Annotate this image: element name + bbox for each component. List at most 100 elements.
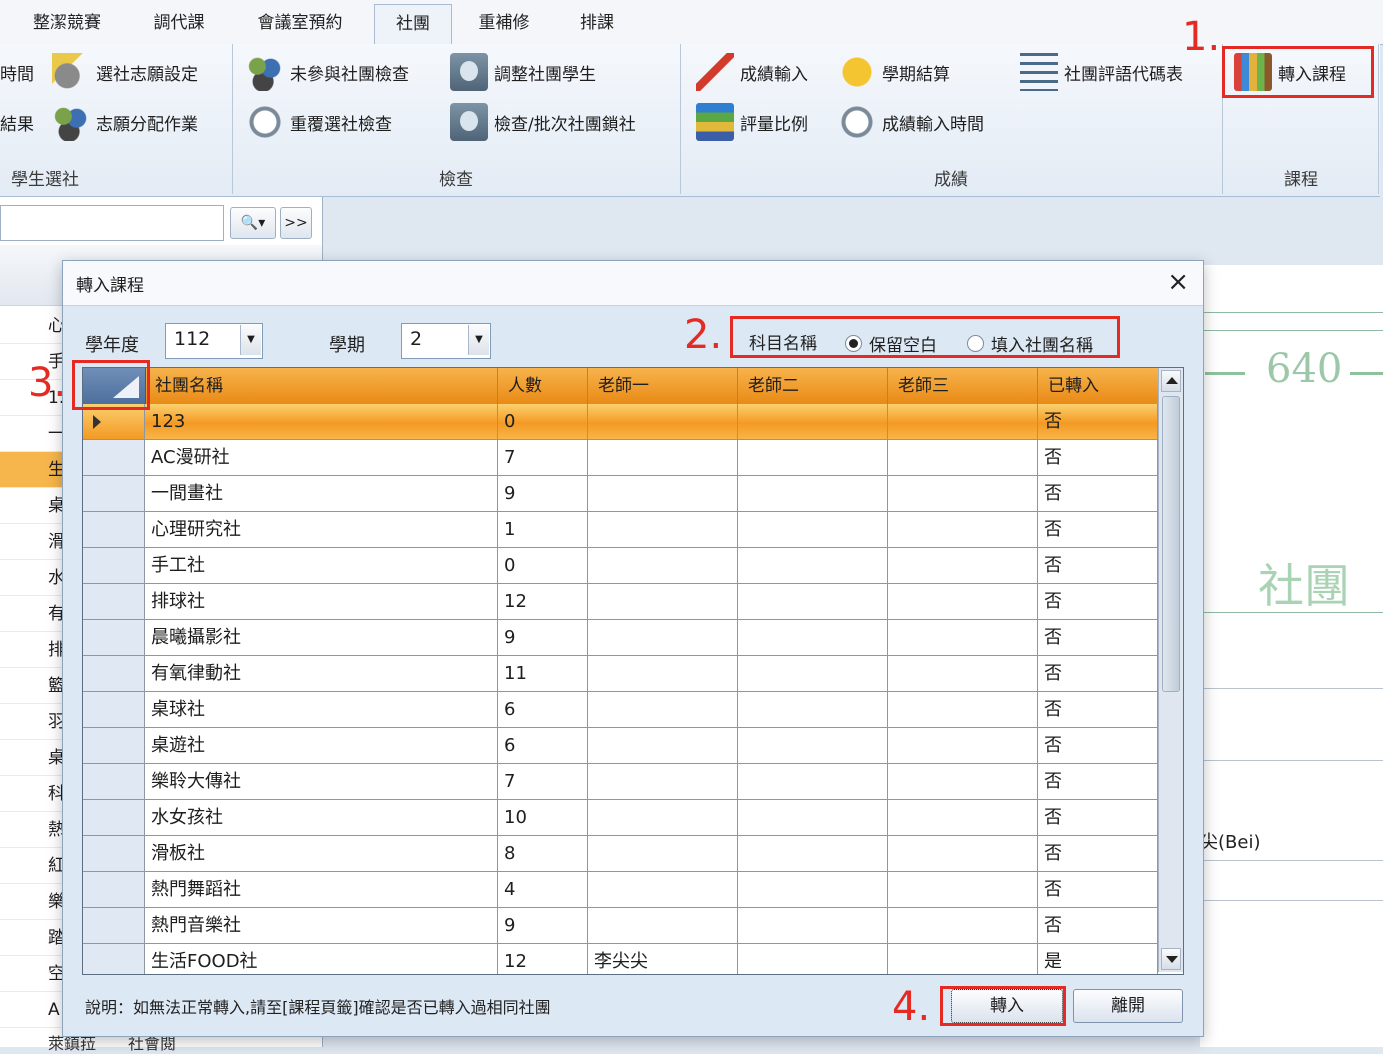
cell-teacher3[interactable]: [888, 908, 1038, 944]
left-list-item[interactable]: A: [0, 992, 70, 1028]
table-row[interactable]: 桌遊社 6 否: [83, 728, 1158, 764]
row-header[interactable]: [83, 800, 145, 836]
cell-count[interactable]: 9: [498, 620, 588, 656]
cell-club-name[interactable]: 桌遊社: [145, 728, 498, 764]
tab-cleanliness[interactable]: 整潔競賽: [20, 4, 114, 42]
cell-transferred[interactable]: 否: [1038, 656, 1158, 692]
ribbon-btn-batch-lock[interactable]: 檢查/批次社團鎖社: [450, 102, 636, 142]
table-row[interactable]: 心理研究社 1 否: [83, 512, 1158, 548]
cell-transferred[interactable]: 否: [1038, 404, 1158, 440]
column-header-transferred[interactable]: 已轉入: [1038, 368, 1158, 404]
table-row[interactable]: 有氧律動社 11 否: [83, 656, 1158, 692]
tab-substitute[interactable]: 調代課: [140, 4, 218, 42]
cell-club-name[interactable]: 排球社: [145, 584, 498, 620]
cell-teacher1[interactable]: [588, 476, 738, 512]
column-header-teacher3[interactable]: 老師三: [888, 368, 1038, 404]
cell-teacher2[interactable]: [738, 836, 888, 872]
cell-teacher3[interactable]: [888, 620, 1038, 656]
cell-count[interactable]: 9: [498, 908, 588, 944]
cell-teacher2[interactable]: [738, 404, 888, 440]
left-list-item[interactable]: 有: [0, 596, 70, 632]
cell-club-name[interactable]: 手工社: [145, 548, 498, 584]
left-list-item[interactable]: 科: [0, 776, 70, 812]
semester-select[interactable]: 2 ▼: [401, 323, 491, 359]
cell-teacher1[interactable]: [588, 800, 738, 836]
cell-club-name[interactable]: 熱門舞蹈社: [145, 872, 498, 908]
left-list-item[interactable]: 樂: [0, 884, 70, 920]
cell-teacher3[interactable]: [888, 836, 1038, 872]
cell-teacher1[interactable]: [588, 872, 738, 908]
cell-teacher3[interactable]: [888, 800, 1038, 836]
cell-teacher3[interactable]: [888, 512, 1038, 548]
ribbon-btn-time[interactable]: 時間: [0, 52, 34, 92]
table-row[interactable]: 手工社 0 否: [83, 548, 1158, 584]
cell-count[interactable]: 0: [498, 404, 588, 440]
cell-teacher1[interactable]: 李尖尖: [588, 944, 738, 974]
cell-count[interactable]: 8: [498, 836, 588, 872]
search-button[interactable]: 🔍▾: [230, 207, 276, 239]
cell-count[interactable]: 0: [498, 548, 588, 584]
chevron-down-icon[interactable]: ▼: [468, 325, 489, 355]
cell-teacher3[interactable]: [888, 476, 1038, 512]
left-list-item[interactable]: 桌: [0, 488, 70, 524]
cell-teacher3[interactable]: [888, 764, 1038, 800]
leave-button[interactable]: 離開: [1073, 989, 1183, 1023]
cell-transferred[interactable]: 否: [1038, 728, 1158, 764]
cell-teacher3[interactable]: [888, 404, 1038, 440]
cell-transferred[interactable]: 否: [1038, 692, 1158, 728]
ribbon-btn-comment-codes[interactable]: 社團評語代碼表: [1020, 52, 1183, 92]
table-row[interactable]: 一間畫社 9 否: [83, 476, 1158, 512]
cell-teacher1[interactable]: [588, 404, 738, 440]
ribbon-btn-semester-settlement[interactable]: 學期結算: [838, 52, 950, 92]
row-header[interactable]: [83, 548, 145, 584]
row-header[interactable]: [83, 620, 145, 656]
cell-club-name[interactable]: 123: [145, 404, 498, 440]
cell-teacher2[interactable]: [738, 476, 888, 512]
next-button[interactable]: >>: [280, 207, 312, 239]
cell-teacher3[interactable]: [888, 692, 1038, 728]
table-row[interactable]: 生活FOOD社 12 李尖尖 是: [83, 944, 1158, 974]
vertical-scrollbar[interactable]: [1158, 368, 1183, 972]
cell-teacher3[interactable]: [888, 584, 1038, 620]
cell-teacher1[interactable]: [588, 728, 738, 764]
cell-transferred[interactable]: 否: [1038, 764, 1158, 800]
cell-teacher2[interactable]: [738, 728, 888, 764]
cell-count[interactable]: 7: [498, 440, 588, 476]
cell-transferred[interactable]: 否: [1038, 872, 1158, 908]
table-row[interactable]: AC漫研社 7 否: [83, 440, 1158, 476]
table-row[interactable]: 樂聆大傳社 7 否: [83, 764, 1158, 800]
cell-teacher1[interactable]: [588, 548, 738, 584]
cell-transferred[interactable]: 否: [1038, 584, 1158, 620]
left-list-item[interactable]: 踏: [0, 920, 70, 956]
left-list-item[interactable]: 排: [0, 632, 70, 668]
ribbon-btn-preference-settings[interactable]: 選社志願設定: [52, 52, 198, 92]
cell-teacher2[interactable]: [738, 872, 888, 908]
scroll-up-icon[interactable]: [1161, 370, 1181, 392]
cell-teacher1[interactable]: [588, 440, 738, 476]
cell-transferred[interactable]: 否: [1038, 908, 1158, 944]
cell-teacher1[interactable]: [588, 656, 738, 692]
cell-teacher2[interactable]: [738, 548, 888, 584]
cell-teacher2[interactable]: [738, 944, 888, 974]
column-header-teacher2[interactable]: 老師二: [738, 368, 888, 404]
left-list-item[interactable]: 熱: [0, 812, 70, 848]
cell-transferred[interactable]: 否: [1038, 620, 1158, 656]
row-header[interactable]: [83, 944, 145, 974]
left-list-item[interactable]: 籃: [0, 668, 70, 704]
table-row[interactable]: 排球社 12 否: [83, 584, 1158, 620]
left-list-item[interactable]: 空: [0, 956, 70, 992]
cell-transferred[interactable]: 否: [1038, 440, 1158, 476]
table-row[interactable]: 晨曦攝影社 9 否: [83, 620, 1158, 656]
cell-transferred[interactable]: 否: [1038, 512, 1158, 548]
ribbon-btn-duplicate-check[interactable]: 重覆選社檢查: [246, 102, 392, 142]
ribbon-btn-unjoined-check[interactable]: 未參與社團檢查: [246, 52, 409, 92]
scroll-thumb[interactable]: [1162, 396, 1180, 692]
left-list-item[interactable]: 羽: [0, 704, 70, 740]
table-row[interactable]: 水女孩社 10 否: [83, 800, 1158, 836]
cell-teacher1[interactable]: [588, 620, 738, 656]
left-list-item[interactable]: 桌: [0, 740, 70, 776]
row-header[interactable]: [83, 512, 145, 548]
cell-count[interactable]: 7: [498, 764, 588, 800]
cell-teacher2[interactable]: [738, 764, 888, 800]
cell-count[interactable]: 6: [498, 692, 588, 728]
